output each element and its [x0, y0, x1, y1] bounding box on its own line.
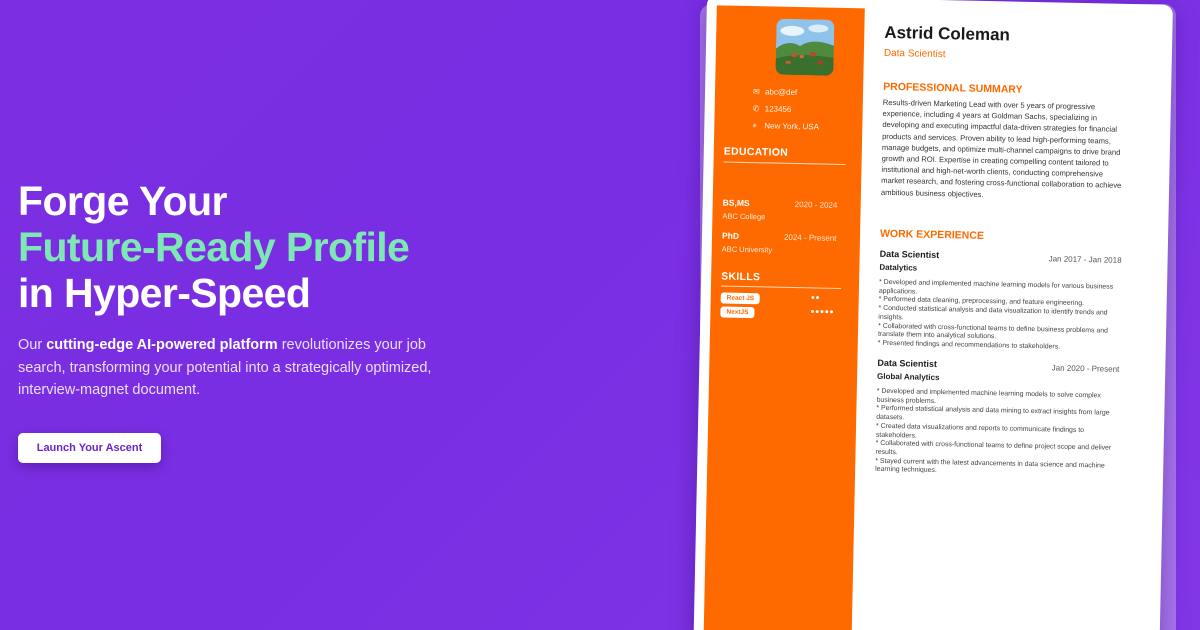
job-bullets-1: * Developed and implemented machine lear… — [878, 279, 1124, 354]
job-2-bullet-5: * Stayed current with the latest advance… — [875, 457, 1105, 475]
location-text: New York, USA — [764, 121, 820, 132]
edu-degree-1: BS,MS — [722, 197, 750, 209]
education-divider — [723, 161, 846, 166]
mail-icon: ✉ — [752, 87, 760, 97]
job-title-2: Data Scientist — [877, 357, 938, 370]
skill-chip-2: NextJS — [720, 306, 755, 319]
headline-line-1: Forge Your — [18, 178, 227, 224]
summary-heading: PROFESSIONAL SUMMARY — [883, 80, 1023, 96]
edu-years-2: 2024 - Present — [783, 232, 837, 243]
desc-pre: Our — [18, 337, 47, 353]
edu-years-1: 2020 - 2024 — [794, 200, 838, 210]
headline-line-3: in Hyper-Speed — [18, 270, 311, 316]
skills-divider — [720, 285, 841, 289]
contact-phone: ✆ 123456 — [753, 104, 792, 114]
skill-chip-1: React JS — [720, 292, 761, 305]
resume-name: Astrid Coleman — [884, 22, 1011, 45]
phone-text: 123456 — [764, 104, 792, 114]
education-heading: EDUCATION — [723, 145, 789, 159]
skills-heading: SKILLS — [721, 270, 761, 284]
phone-icon: ✆ — [752, 104, 760, 114]
resume-sidebar: ✉ abc@def ✆ 123456 ⌖ New York, USA EDUCATIO… — [703, 5, 865, 630]
job-bullets-2: * Developed and implemented machine lear… — [875, 388, 1122, 480]
resume-preview: ✉ abc@def ✆ 123456 ⌖ New York, USA EDUCATIO… — [693, 0, 1173, 630]
hero-headline: Forge Your Future-Ready Profile in Hyper… — [18, 178, 448, 316]
work-heading: WORK EXPERIENCE — [879, 227, 985, 242]
edu-school-1: ABC College — [722, 211, 766, 222]
edu-degree-2: PhD — [721, 230, 740, 241]
contact-location: ⌖ New York, USA — [752, 121, 819, 132]
hero-section: Forge Your Future-Ready Profile in Hyper… — [18, 178, 448, 463]
launch-button[interactable]: Launch Your Ascent — [18, 432, 161, 463]
location-pin-icon: ⌖ — [752, 121, 757, 131]
resume-main: Astrid Coleman Data Scientist PROFESSION… — [875, 0, 1155, 475]
desc-bold: cutting-edge AI-powered platform — [46, 337, 278, 353]
job-company-2: Global Analytics — [877, 371, 940, 383]
profile-photo — [775, 18, 835, 76]
contact-email: ✉ abc@def — [753, 87, 797, 97]
summary-text: Results-driven Marketing Lead with over … — [880, 97, 1122, 199]
headline-line-2: Future-Ready Profile — [18, 224, 410, 270]
resume-role: Data Scientist — [883, 47, 946, 61]
job-dates-1: Jan 2017 - Jan 2018 — [1048, 254, 1122, 265]
job-dates-2: Jan 2020 - Present — [1051, 363, 1120, 374]
skill-level-2: ●●●●● — [810, 308, 835, 316]
skill-level-1: ●● — [810, 294, 821, 302]
edu-school-2: ABC University — [721, 244, 773, 255]
email-text: abc@def — [764, 87, 798, 98]
hero-description: Our cutting-edge AI-powered platform rev… — [18, 334, 448, 402]
job-company-1: Datalytics — [879, 262, 918, 273]
job-title-1: Data Scientist — [879, 248, 940, 261]
